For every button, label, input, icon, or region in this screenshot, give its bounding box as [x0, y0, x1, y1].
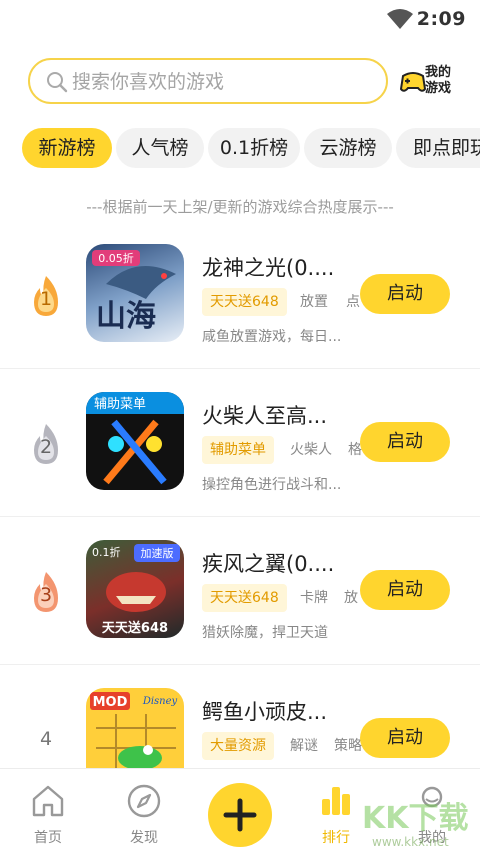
nav-discover[interactable]: 发现 — [104, 777, 184, 847]
status-time: 2:09 — [416, 8, 466, 30]
home-icon — [32, 785, 64, 817]
game-title: 鳄鱼小顽皮... — [202, 700, 328, 724]
svg-text:KK下载: KK下载 — [362, 801, 469, 836]
game-tag-highlight: 辅助菜单 — [202, 436, 274, 464]
search-box[interactable] — [28, 58, 388, 104]
game-list-item[interactable]: 1 0.05折 山海 龙神之光(0.... 天天送648 放置 点 咸鱼放置游戏… — [0, 222, 480, 370]
rank-number: 4 — [39, 728, 53, 750]
game-list-item[interactable]: 2 辅助菜单 火柴人至高... 辅助菜单 火柴人 格 操控角色进行战斗和... … — [0, 370, 480, 518]
plus-icon — [223, 798, 257, 832]
tab-popular[interactable]: 人气榜 — [116, 128, 204, 168]
game-tag: 放 — [344, 590, 358, 606]
dragon-art-icon: 0.05折 山海 — [92, 250, 176, 334]
game-tag: 策略 — [334, 738, 362, 754]
search-icon — [47, 72, 68, 93]
game-tag: 点 — [346, 294, 360, 310]
launch-button[interactable]: 启动 — [360, 570, 450, 610]
game-title: 龙神之光(0.... — [202, 256, 335, 280]
category-tabs: 新游榜 人气榜 0.1折榜 云游榜 即点即玩 — [0, 128, 480, 168]
monster-art-icon: 加速版 0.1折 天天送648 — [92, 544, 180, 636]
launch-button[interactable]: 启动 — [360, 274, 450, 314]
svg-text:www.kkx.net: www.kkx.net — [372, 835, 449, 849]
compass-icon — [127, 784, 161, 818]
game-icon[interactable]: 加速版 0.1折 天天送648 — [86, 540, 184, 638]
divider — [0, 516, 480, 517]
svg-text:0.05折: 0.05折 — [98, 251, 134, 265]
search-row: 我的 游戏 — [28, 58, 468, 104]
my-games-button[interactable]: 我的 游戏 — [398, 61, 454, 103]
svg-text:辅助菜单: 辅助菜单 — [94, 397, 146, 412]
divider — [0, 368, 480, 369]
nav-discover-label: 发现 — [130, 830, 158, 846]
my-games-label: 我的 游戏 — [424, 65, 451, 96]
svg-text:天天送648: 天天送648 — [102, 620, 168, 636]
game-icon[interactable]: 辅助菜单 — [86, 392, 184, 490]
svg-text:山海: 山海 — [96, 299, 156, 334]
search-input[interactable] — [72, 67, 372, 97]
launch-button[interactable]: 启动 — [360, 718, 450, 758]
svg-text:MOD: MOD — [93, 695, 128, 710]
game-description: 操控角色进行战斗和... — [202, 477, 342, 493]
nav-home[interactable]: 首页 — [8, 777, 88, 847]
game-description: 猎妖除魔，捍卫天道 — [202, 625, 328, 641]
game-description: 咸鱼放置游戏，每日... — [202, 329, 342, 345]
game-list-item[interactable]: 4 MOD Disney 鳄鱼小顽皮... 大量资源 解谜 策略 启动 — [0, 666, 480, 768]
game-tag: 火柴人 — [290, 442, 332, 458]
rank-number: 2 — [39, 436, 53, 458]
game-title: 火柴人至高... — [202, 404, 328, 428]
kkx-watermark: KK下载 www.kkx.net — [362, 801, 469, 849]
tab-instant-play[interactable]: 即点即玩 — [396, 128, 480, 168]
game-list-item[interactable]: 3 加速版 0.1折 天天送648 疾风之翼(0.... 天天送648 卡牌 放… — [0, 518, 480, 666]
game-title: 疾风之翼(0.... — [202, 552, 335, 576]
rank-number: 3 — [39, 584, 53, 606]
tab-new-games[interactable]: 新游榜 — [22, 128, 112, 168]
rank-number: 1 — [39, 288, 53, 310]
game-icon[interactable]: 0.05折 山海 — [86, 244, 184, 342]
svg-text:0.1折: 0.1折 — [92, 545, 121, 559]
crocodile-art-icon: MOD Disney — [90, 692, 178, 768]
launch-button[interactable]: 启动 — [360, 422, 450, 462]
game-tag: 卡牌 — [300, 590, 328, 606]
game-tag-highlight: 大量资源 — [202, 732, 274, 760]
divider — [0, 664, 480, 665]
game-icon[interactable]: MOD Disney — [86, 688, 184, 768]
status-bar: 2:09 — [0, 0, 480, 40]
ranking-icon — [322, 787, 350, 815]
wifi-icon — [387, 9, 413, 29]
svg-text:Disney: Disney — [142, 696, 178, 707]
stickman-art-icon: 辅助菜单 — [86, 392, 184, 485]
game-tag: 解谜 — [290, 738, 318, 754]
tab-cloud-games[interactable]: 云游榜 — [304, 128, 392, 168]
game-tag-highlight: 天天送648 — [202, 288, 287, 316]
add-button[interactable] — [208, 783, 272, 847]
game-tag: 放置 — [300, 294, 328, 310]
nav-home-label: 首页 — [34, 830, 62, 846]
ranking-subtitle: ---根据前一天上架/更新的游戏综合热度展示--- — [86, 198, 394, 216]
svg-text:加速版: 加速版 — [141, 546, 174, 560]
game-tag-highlight: 天天送648 — [202, 584, 287, 612]
tab-discount[interactable]: 0.1折榜 — [208, 128, 300, 168]
